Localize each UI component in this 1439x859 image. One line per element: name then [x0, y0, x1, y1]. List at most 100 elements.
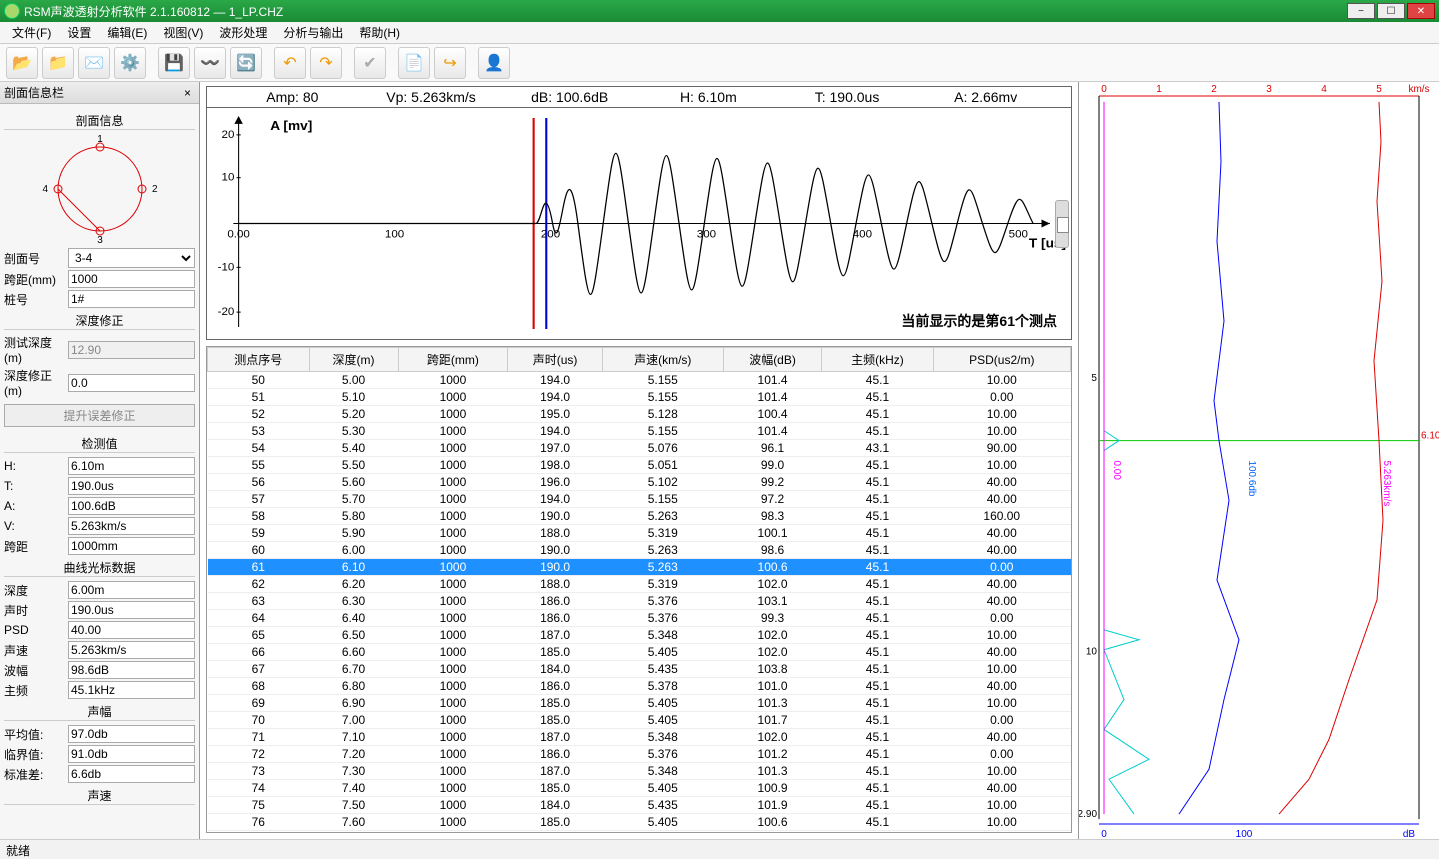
cross-section-diagram: 1 2 3 4	[20, 134, 180, 244]
depth-profile-panel[interactable]: 0 1 2 3 4 5 km/s 5 10 12.90 6.10m 0.00 1…	[1079, 82, 1439, 839]
menu-settings[interactable]: 设置	[59, 24, 99, 41]
detect-v[interactable]	[68, 517, 195, 535]
mail-icon[interactable]: ✉️	[78, 47, 110, 79]
table-row[interactable]: 646.401000186.05.37699.345.10.00	[208, 610, 1071, 627]
overlay-icon[interactable]: 🔄	[230, 47, 262, 79]
table-row[interactable]: 535.301000194.05.155101.445.110.00	[208, 423, 1071, 440]
detect-a[interactable]	[68, 497, 195, 515]
svg-text:20: 20	[222, 129, 235, 141]
table-row[interactable]: 666.601000185.05.405102.045.140.00	[208, 644, 1071, 661]
span-label: 跨距(mm)	[4, 271, 68, 288]
table-row[interactable]: 616.101000190.05.263100.645.10.00	[208, 559, 1071, 576]
menu-view[interactable]: 视图(V)	[155, 24, 211, 41]
detect-span[interactable]	[68, 537, 195, 555]
svg-text:6.10m: 6.10m	[1421, 431, 1439, 442]
menu-file[interactable]: 文件(F)	[4, 24, 59, 41]
table-row[interactable]: 727.201000186.05.376101.245.10.00	[208, 746, 1071, 763]
section-profile-info: 剖面信息	[4, 112, 195, 130]
svg-text:5.263km/s: 5.263km/s	[1381, 461, 1392, 507]
table-row[interactable]: 505.001000194.05.155101.445.110.00	[208, 372, 1071, 389]
check-icon[interactable]: ✔	[354, 47, 386, 79]
menu-edit[interactable]: 编辑(E)	[99, 24, 155, 41]
close-button[interactable]: ✕	[1407, 3, 1435, 19]
table-row[interactable]: 717.101000187.05.348102.045.140.00	[208, 729, 1071, 746]
menu-waveform[interactable]: 波形处理	[211, 24, 275, 41]
amplitude-slider[interactable]	[1055, 200, 1069, 248]
table-row[interactable]: 575.701000194.05.15597.245.140.00	[208, 491, 1071, 508]
table-row[interactable]: 626.201000188.05.319102.045.140.00	[208, 576, 1071, 593]
share-icon[interactable]: ↪	[434, 47, 466, 79]
table-row[interactable]: 525.201000195.05.128100.445.110.00	[208, 406, 1071, 423]
error-correction-button[interactable]: 提升误差修正	[4, 404, 195, 427]
menu-analysis[interactable]: 分析与输出	[275, 24, 351, 41]
redo-icon[interactable]: ↷	[310, 47, 342, 79]
detect-t[interactable]	[68, 477, 195, 495]
table-row[interactable]: 757.501000184.05.435101.945.110.00	[208, 797, 1071, 814]
table-header[interactable]: 波幅(dB)	[723, 348, 822, 372]
table-row[interactable]: 555.501000198.05.05199.045.110.00	[208, 457, 1071, 474]
tool-bar: 📂 📁 ✉️ ⚙️ 💾 〰️ 🔄 ↶ ↷ ✔ 📄 ↪ 👤	[0, 44, 1439, 82]
table-row[interactable]: 686.801000186.05.378101.045.140.00	[208, 678, 1071, 695]
wave-icon[interactable]: 〰️	[194, 47, 226, 79]
table-row[interactable]: 676.701000184.05.435103.845.110.00	[208, 661, 1071, 678]
amp-crit[interactable]	[68, 745, 195, 763]
table-header[interactable]: 深度(m)	[309, 348, 398, 372]
status-text: 就绪	[6, 844, 30, 858]
side-panel-title: 剖面信息栏	[4, 84, 64, 101]
side-panel-close-icon[interactable]: ×	[180, 86, 195, 100]
table-header[interactable]: 测点序号	[208, 348, 310, 372]
table-row[interactable]: 565.601000196.05.10299.245.140.00	[208, 474, 1071, 491]
open-icon[interactable]: 📂	[6, 47, 38, 79]
depth-corr-input[interactable]	[68, 374, 195, 392]
cursor-freq[interactable]	[68, 681, 195, 699]
data-table[interactable]: 测点序号深度(m)跨距(mm)声时(us)声速(km/s)波幅(dB)主频(kH…	[206, 346, 1072, 833]
svg-text:200: 200	[541, 229, 560, 241]
table-header[interactable]: PSD(us2/m)	[933, 348, 1070, 372]
pile-input[interactable]	[68, 290, 195, 308]
amp-std[interactable]	[68, 765, 195, 783]
span-input[interactable]	[68, 270, 195, 288]
save-icon[interactable]: 💾	[158, 47, 190, 79]
user-icon[interactable]: 👤	[478, 47, 510, 79]
pile-label: 桩号	[4, 291, 68, 308]
svg-text:0: 0	[1101, 829, 1107, 839]
table-row[interactable]: 636.301000186.05.376103.145.140.00	[208, 593, 1071, 610]
table-header[interactable]: 声速(km/s)	[602, 348, 723, 372]
open2-icon[interactable]: 📁	[42, 47, 74, 79]
table-header[interactable]: 主频(kHz)	[822, 348, 933, 372]
table-row[interactable]: 515.101000194.05.155101.445.10.00	[208, 389, 1071, 406]
gear-icon[interactable]: ⚙️	[114, 47, 146, 79]
rect-icon[interactable]: 📄	[398, 47, 430, 79]
table-row[interactable]: 656.501000187.05.348102.045.110.00	[208, 627, 1071, 644]
undo-icon[interactable]: ↶	[274, 47, 306, 79]
minimize-button[interactable]: −	[1347, 3, 1375, 19]
waveform-plot[interactable]: A [mv] T [us] 20 10 -10 -20 0.00 100 200…	[206, 108, 1072, 340]
menu-help[interactable]: 帮助(H)	[351, 24, 408, 41]
section-ampstat: 声幅	[4, 703, 195, 721]
svg-text:0.00: 0.00	[227, 229, 250, 241]
wave-caption: 当前显示的是第61个测点	[901, 311, 1057, 331]
table-row[interactable]: 545.401000197.05.07696.143.190.00	[208, 440, 1071, 457]
table-row[interactable]: 707.001000185.05.405101.745.10.00	[208, 712, 1071, 729]
table-row[interactable]: 595.901000188.05.319100.145.140.00	[208, 525, 1071, 542]
cursor-vel[interactable]	[68, 641, 195, 659]
cursor-amp[interactable]	[68, 661, 195, 679]
table-row[interactable]: 585.801000190.05.26398.345.1160.00	[208, 508, 1071, 525]
status-bar: 就绪	[0, 839, 1439, 859]
wave-vp: Vp: 5.263km/s	[362, 89, 501, 105]
cursor-depth[interactable]	[68, 581, 195, 599]
svg-text:5: 5	[1091, 373, 1097, 384]
cursor-time[interactable]	[68, 601, 195, 619]
profile-select[interactable]: 3-4	[68, 248, 195, 268]
table-row[interactable]: 747.401000185.05.405100.945.140.00	[208, 780, 1071, 797]
maximize-button[interactable]: ☐	[1377, 3, 1405, 19]
table-row[interactable]: 696.901000185.05.405101.345.110.00	[208, 695, 1071, 712]
table-row[interactable]: 767.601000185.05.405100.645.110.00	[208, 814, 1071, 831]
table-row[interactable]: 606.001000190.05.26398.645.140.00	[208, 542, 1071, 559]
table-header[interactable]: 声时(us)	[508, 348, 603, 372]
detect-h[interactable]	[68, 457, 195, 475]
cursor-psd[interactable]	[68, 621, 195, 639]
table-row[interactable]: 737.301000187.05.348101.345.110.00	[208, 763, 1071, 780]
table-header[interactable]: 跨距(mm)	[398, 348, 508, 372]
amp-avg[interactable]	[68, 725, 195, 743]
